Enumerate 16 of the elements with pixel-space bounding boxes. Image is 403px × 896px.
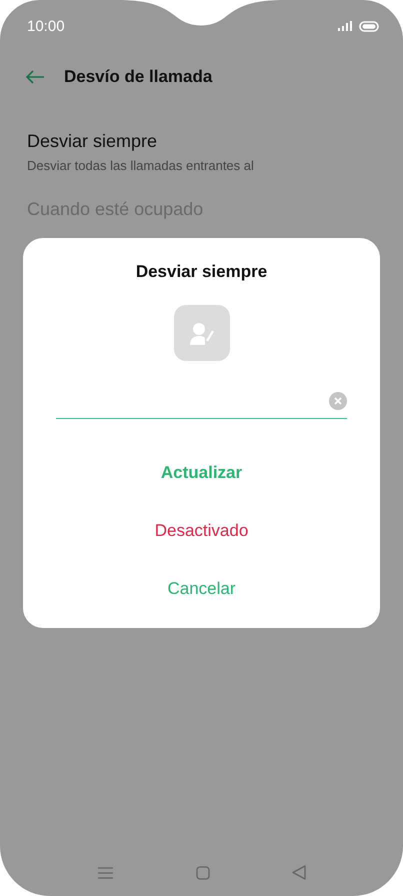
contact-picker-icon[interactable] [174,305,230,361]
dialog-title: Desviar siempre [136,262,268,282]
screen-title: Desvío de llamada [64,67,212,87]
dialog-action-button[interactable]: Actualizar [148,444,254,502]
battery-icon [359,20,379,32]
dialog-action-button[interactable]: Desactivado [142,502,260,560]
setting-title[interactable]: Desviar siempre [27,131,376,152]
menu-icon[interactable] [98,866,113,878]
signal-icon [338,21,352,31]
clear-icon[interactable] [329,392,347,410]
setting-subtitle: Desviar todas las llamadas entrantes al [27,158,255,173]
status-time: 10:00 [27,18,65,34]
home-icon[interactable] [196,866,210,880]
back-nav-icon[interactable] [292,865,306,880]
back-icon[interactable] [25,70,45,84]
dialog-action-button[interactable]: Cancelar [155,560,248,618]
